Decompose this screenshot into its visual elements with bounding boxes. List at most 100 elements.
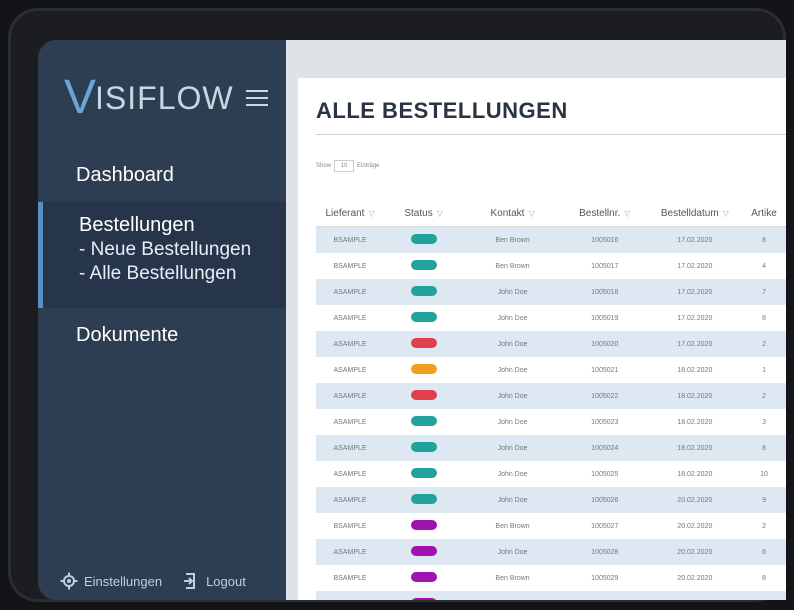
entries-select[interactable]: 10 (334, 160, 355, 172)
status-badge (410, 312, 437, 322)
table-cell: 7 (742, 279, 786, 305)
column-header-label: Status (404, 207, 433, 219)
filter-icon[interactable]: ▽ (368, 209, 374, 218)
table-cell: 8 (742, 226, 786, 253)
table-cell: 8 (762, 314, 766, 322)
table-cell: ASAMPLE (316, 331, 385, 357)
gear-icon[interactable] (60, 572, 78, 590)
table-cell: 18.02.2020 (647, 383, 743, 409)
sidebar-item-bestellungen-label[interactable]: Bestellungen (79, 214, 286, 237)
filter-icon[interactable]: ▽ (723, 209, 729, 218)
column-header[interactable]: Bestelldatum ▽ (647, 200, 743, 227)
table-cell: 1005021 (591, 366, 619, 374)
status-cell (384, 461, 463, 487)
table-row[interactable]: ASAMPLE John Doe 1005018 17.02.2020 7 (316, 279, 786, 305)
table-cell: 1005024 (561, 435, 648, 461)
logout-icon[interactable] (182, 572, 200, 590)
menu-icon[interactable] (245, 90, 268, 106)
column-header-label: Bestellnr. (579, 207, 621, 219)
table-cell: ASAMPLE (333, 418, 367, 426)
status-badge (410, 416, 437, 426)
status-cell (384, 305, 463, 331)
status-cell (384, 253, 463, 279)
table-row[interactable]: ASAMPLE John Doe 1005024 18.02.2020 8 (316, 435, 786, 461)
status-badge (410, 390, 437, 400)
table-cell: John Doe (463, 383, 562, 409)
table-cell: 18.02.2020 (677, 470, 713, 478)
status-badge (410, 598, 437, 600)
column-header[interactable]: Bestellnr. ▽ (561, 200, 648, 227)
table-row[interactable]: ASAMPLE John Doe 1005028 20.02.2020 6 (316, 539, 786, 565)
status-cell (384, 331, 464, 357)
table-row[interactable]: BSAMPLE Ben Brown 1005029 20.02.2020 8 (316, 565, 786, 591)
table-cell: 1005019 (591, 314, 619, 322)
table-cell: 7 (742, 591, 786, 600)
table-cell: ASAMPLE (333, 314, 367, 322)
table-row[interactable]: ASAMPLE John Doe100503020.02.20207 (316, 591, 786, 600)
sidebar-item-dashboard[interactable]: Dashboard (38, 164, 286, 187)
table-cell: 17.02.2020 (647, 279, 743, 305)
logo-text: ISIFLOW (95, 79, 234, 116)
status-badge (410, 442, 437, 452)
sidebar-subitem-alle[interactable]: - Alle Bestellungen (79, 263, 286, 285)
table-cell: 8 (762, 574, 766, 582)
content-panel: ALLE BESTELLUNGEN Show 10 Einträge Liefe… (298, 78, 786, 600)
status-badge (410, 520, 437, 530)
column-header[interactable]: Kontakt ▽ (463, 200, 562, 227)
table-row[interactable]: BSAMPLE Ben Brown 1005016 17.02.2020 8 (316, 226, 786, 253)
status-badge (410, 260, 437, 270)
status-cell (384, 539, 464, 565)
table-cell: 17.02.2020 (677, 262, 713, 270)
table-row[interactable]: ASAMPLE John Doe 1005022 18.02.2020 2 (316, 383, 786, 409)
table-body: BSAMPLE Ben Brown 1005016 17.02.2020 8 BSAMPL… (316, 226, 786, 600)
settings-link[interactable]: Einstellungen (84, 574, 162, 589)
status-badge (410, 468, 437, 478)
table-row[interactable]: ASAMPLE John Doe 1005026 20.02.2020 9 (316, 487, 786, 513)
table-cell: 1005020 (561, 331, 648, 357)
status-badge (410, 572, 437, 582)
table-cell: John Doe (463, 591, 562, 600)
table-cell: 1 (762, 366, 766, 374)
table-cell: John Doe (463, 331, 562, 357)
table-cell: 2 (742, 331, 786, 357)
table-cell: Ben Brown (463, 226, 562, 253)
table-row[interactable]: ASAMPLE John Doe 1005019 17.02.2020 8 (316, 305, 786, 331)
status-badge (410, 338, 437, 348)
table-row[interactable]: ASAMPLE John Doe 1005023 18.02.2020 3 (316, 409, 786, 435)
table-row[interactable]: ASAMPLE John Doe 1005025 18.02.2020 10 (316, 461, 786, 487)
table-cell: 18.02.2020 (677, 418, 713, 426)
table-cell: 2 (742, 383, 786, 409)
table-cell: ASAMPLE (316, 487, 385, 513)
table-row[interactable]: ASAMPLE John Doe 1005020 17.02.2020 2 (316, 331, 786, 357)
filter-icon[interactable]: ▽ (624, 209, 630, 218)
filter-icon[interactable]: ▽ (437, 209, 443, 218)
app-logo[interactable]: V ISIFLOW (64, 74, 268, 122)
filter-icon[interactable]: ▽ (528, 209, 534, 218)
table-cell: BSAMPLE (316, 226, 385, 253)
status-cell (384, 487, 464, 513)
sidebar: V ISIFLOW Dashboard Bestellungen - Neue … (38, 40, 286, 600)
sidebar-item-dokumente[interactable]: Dokumente (38, 324, 286, 347)
status-cell (384, 513, 463, 539)
table-cell: John Doe (463, 539, 562, 565)
sidebar-item-bestellungen[interactable]: Bestellungen - Neue Bestellungen - Alle … (38, 202, 286, 308)
column-header[interactable]: Artike (742, 200, 786, 227)
table-cell: 20.02.2020 (677, 574, 713, 582)
table-cell: 3 (762, 418, 766, 426)
status-cell (384, 591, 464, 600)
table-header: Lieferant ▽ Status ▽ Kontakt ▽ Bestellnr. ▽ Best… (316, 200, 786, 227)
table-cell: BSAMPLE (333, 574, 367, 582)
table-row[interactable]: BSAMPLE Ben Brown 1005027 20.02.2020 2 (316, 513, 786, 539)
table-row[interactable]: ASAMPLE John Doe 1005021 18.02.2020 1 (316, 357, 786, 383)
column-header[interactable]: Status ▽ (384, 200, 464, 227)
column-header[interactable]: Lieferant ▽ (316, 200, 385, 227)
sidebar-subitem-neue[interactable]: - Neue Bestellungen (79, 239, 286, 261)
logout-link[interactable]: Logout (206, 574, 246, 589)
table-cell: 1005023 (591, 418, 619, 426)
table-cell: John Doe (497, 366, 528, 374)
table-cell: 18.02.2020 (647, 435, 743, 461)
column-header-label: Artike (751, 207, 777, 219)
table-row[interactable]: BSAMPLE Ben Brown 1005017 17.02.2020 4 (316, 253, 786, 279)
table-cell: 20.02.2020 (647, 591, 743, 600)
table-cell: 1005026 (561, 487, 648, 513)
